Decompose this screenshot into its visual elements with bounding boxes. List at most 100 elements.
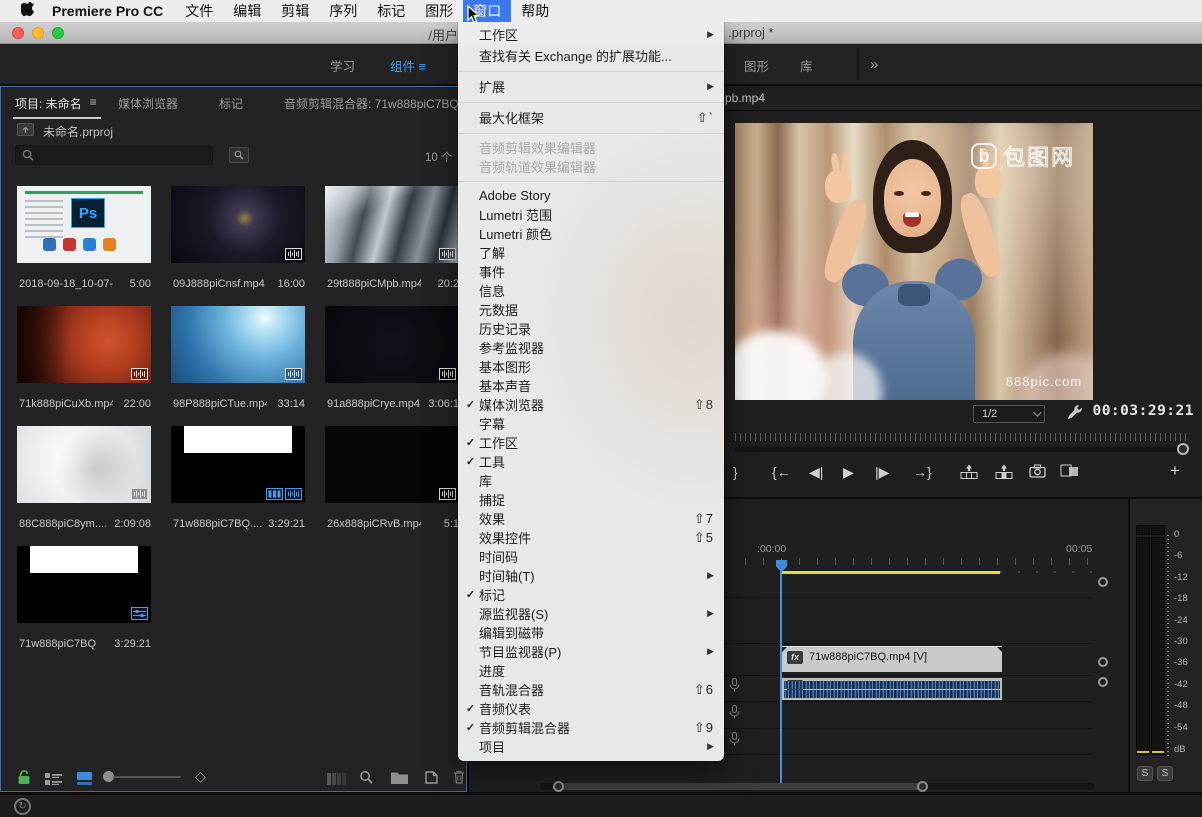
- zoom-slider[interactable]: [113, 776, 181, 778]
- menubar-item-3[interactable]: 剪辑: [271, 0, 319, 22]
- hscroll-knob-right[interactable]: [917, 781, 928, 792]
- menu-item-捕捉[interactable]: 捕捉: [458, 490, 724, 509]
- find-icon[interactable]: [359, 770, 373, 789]
- menu-item-查找有关 Exchange 的扩展功能...[interactable]: 查找有关 Exchange 的扩展功能...: [458, 45, 724, 66]
- sort-icons-icon[interactable]: ◇: [195, 768, 206, 785]
- step-back-button[interactable]: ◀|: [809, 464, 823, 481]
- menu-item-Lumetri 颜色[interactable]: Lumetri 颜色: [458, 224, 724, 243]
- clip-thumbnail-29t888piCMpb.mp4[interactable]: [325, 186, 459, 263]
- menubar-item-5[interactable]: 标记: [367, 0, 415, 22]
- menu-item-编辑到磁带[interactable]: 编辑到磁带: [458, 623, 724, 642]
- record-arm-a1-icon[interactable]: [729, 678, 740, 697]
- monitor-scroll-knob[interactable]: [1177, 443, 1189, 455]
- lift-button[interactable]: [960, 464, 978, 483]
- menu-item-工作区[interactable]: 工作区▶: [458, 24, 724, 45]
- close-window-button[interactable]: [12, 27, 24, 39]
- menu-item-事件[interactable]: 事件: [458, 262, 724, 281]
- menu-item-基本图形[interactable]: 基本图形: [458, 357, 724, 376]
- project-tab-3[interactable]: 音频剪辑混合器: 71w888piC7BQ: [284, 95, 459, 112]
- go-to-in-button[interactable]: {←: [772, 464, 791, 480]
- menu-item-效果[interactable]: 效果⇧7: [458, 509, 724, 528]
- go-to-out-button[interactable]: →}: [913, 464, 932, 480]
- menu-item-标记[interactable]: ✓标记: [458, 585, 724, 604]
- menu-item-Lumetri 范围[interactable]: Lumetri 范围: [458, 205, 724, 224]
- settings-wrench-icon[interactable]: [1066, 404, 1083, 426]
- workspace-tab-学习[interactable]: 学习: [330, 56, 355, 75]
- menubar-item-0[interactable]: Premiere Pro CC: [40, 0, 175, 22]
- automate-to-sequence-icon[interactable]: [327, 772, 347, 790]
- add-button[interactable]: +: [1170, 461, 1180, 481]
- minimize-window-button[interactable]: [32, 27, 44, 39]
- breadcrumb[interactable]: 未命名.prproj: [43, 123, 113, 140]
- extract-button[interactable]: [995, 464, 1013, 483]
- menu-item-最大化框架[interactable]: 最大化框架⇧`: [458, 107, 724, 128]
- track-scroll-knob[interactable]: [1098, 577, 1108, 587]
- solo-button-1[interactable]: S: [1137, 766, 1153, 781]
- menu-item-基本声音[interactable]: 基本声音: [458, 376, 724, 395]
- menu-item-进度[interactable]: 进度: [458, 661, 724, 680]
- trash-icon[interactable]: [453, 770, 465, 789]
- monitor-tab[interactable]: pb.mp4: [725, 91, 765, 105]
- new-item-icon[interactable]: [425, 771, 438, 789]
- clip-thumbnail-71w888piC7BQ[interactable]: [17, 546, 151, 623]
- apple-icon[interactable]: [14, 2, 40, 20]
- menu-item-媒体浏览器[interactable]: ✓媒体浏览器⇧8: [458, 395, 724, 414]
- mark-out-button[interactable]: }: [733, 464, 738, 480]
- list-view-icon[interactable]: [45, 772, 62, 790]
- menu-item-工作区[interactable]: ✓工作区: [458, 433, 724, 452]
- menu-item-音频仪表[interactable]: ✓音频仪表: [458, 699, 724, 718]
- timeline-audio-clip[interactable]: fx: [782, 678, 1002, 700]
- clip-thumbnail-71k888piCuXb.mp4[interactable]: [17, 306, 151, 383]
- menu-item-时间码[interactable]: 时间码: [458, 547, 724, 566]
- menu-item-音轨混合器[interactable]: 音轨混合器⇧6: [458, 680, 724, 699]
- step-forward-button[interactable]: |▶: [875, 464, 889, 481]
- project-tab-1[interactable]: 媒体浏览器: [118, 95, 178, 112]
- workspace-tab-图形[interactable]: 图形: [744, 56, 769, 75]
- zoom-level-select[interactable]: 1/2: [973, 405, 1045, 423]
- search-input[interactable]: [15, 145, 213, 165]
- menu-item-参考监视器[interactable]: 参考监视器: [458, 338, 724, 357]
- menu-item-元数据[interactable]: 元数据: [458, 300, 724, 319]
- clip-thumbnail-71w888piC7BQ....[interactable]: [171, 426, 305, 503]
- clip-thumbnail-2018-09-18_10-07-_[interactable]: Ps: [17, 186, 151, 263]
- export-frame-button[interactable]: [1029, 464, 1046, 481]
- panel-menu-icon[interactable]: ≡: [418, 59, 426, 74]
- record-arm-a2-icon[interactable]: [729, 705, 740, 724]
- workspace-overflow-icon[interactable]: »: [870, 56, 878, 73]
- menu-item-信息[interactable]: 信息: [458, 281, 724, 300]
- navigate-up-icon[interactable]: [17, 123, 34, 141]
- zoom-window-button[interactable]: [52, 27, 64, 39]
- timeline-ruler[interactable]: [745, 558, 1092, 565]
- track-scroll-knob[interactable]: [1098, 677, 1108, 687]
- project-tab-0[interactable]: 项目: 未命名≡: [15, 95, 97, 112]
- menu-item-工具[interactable]: ✓工具: [458, 452, 724, 471]
- menubar-item-8[interactable]: 帮助: [511, 0, 559, 22]
- record-arm-a3-icon[interactable]: [729, 732, 740, 751]
- monitor-ruler[interactable]: [735, 433, 1187, 441]
- clip-thumbnail-09J888piCnsf.mp4[interactable]: [171, 186, 305, 263]
- menu-item-节目监视器(P)[interactable]: 节目监视器(P)▶: [458, 642, 724, 661]
- clip-thumbnail-91a888piCrye.mp4[interactable]: [325, 306, 459, 383]
- panel-menu-icon[interactable]: ≡: [90, 95, 97, 112]
- workspace-tab-库[interactable]: 库: [800, 56, 813, 75]
- menu-item-项目[interactable]: 项目▶: [458, 737, 724, 756]
- menu-item-了解[interactable]: 了解: [458, 243, 724, 262]
- menu-item-库[interactable]: 库: [458, 471, 724, 490]
- menubar-item-6[interactable]: 图形: [415, 0, 463, 22]
- menu-item-字幕[interactable]: 字幕: [458, 414, 724, 433]
- timeline-hscroll-thumb[interactable]: [556, 783, 926, 790]
- menu-item-效果控件[interactable]: 效果控件⇧5: [458, 528, 724, 547]
- clip-thumbnail-98P888piCTue.mp4[interactable]: [171, 306, 305, 383]
- icon-view-icon[interactable]: [77, 772, 92, 790]
- comparison-view-button[interactable]: [1060, 464, 1079, 481]
- menubar-item-2[interactable]: 编辑: [223, 0, 271, 22]
- creative-cloud-sync-icon[interactable]: ↻: [14, 798, 31, 815]
- play-button[interactable]: ▶: [843, 464, 854, 481]
- search-bin-button[interactable]: [229, 147, 249, 163]
- clip-thumbnail-88C888piC8ym....[interactable]: [17, 426, 151, 503]
- solo-button-2[interactable]: S: [1157, 766, 1173, 781]
- menu-item-Adobe Story[interactable]: Adobe Story: [458, 186, 724, 205]
- new-bin-icon[interactable]: [391, 771, 408, 789]
- menu-item-源监视器(S)[interactable]: 源监视器(S)▶: [458, 604, 724, 623]
- project-writable-icon[interactable]: [17, 769, 31, 790]
